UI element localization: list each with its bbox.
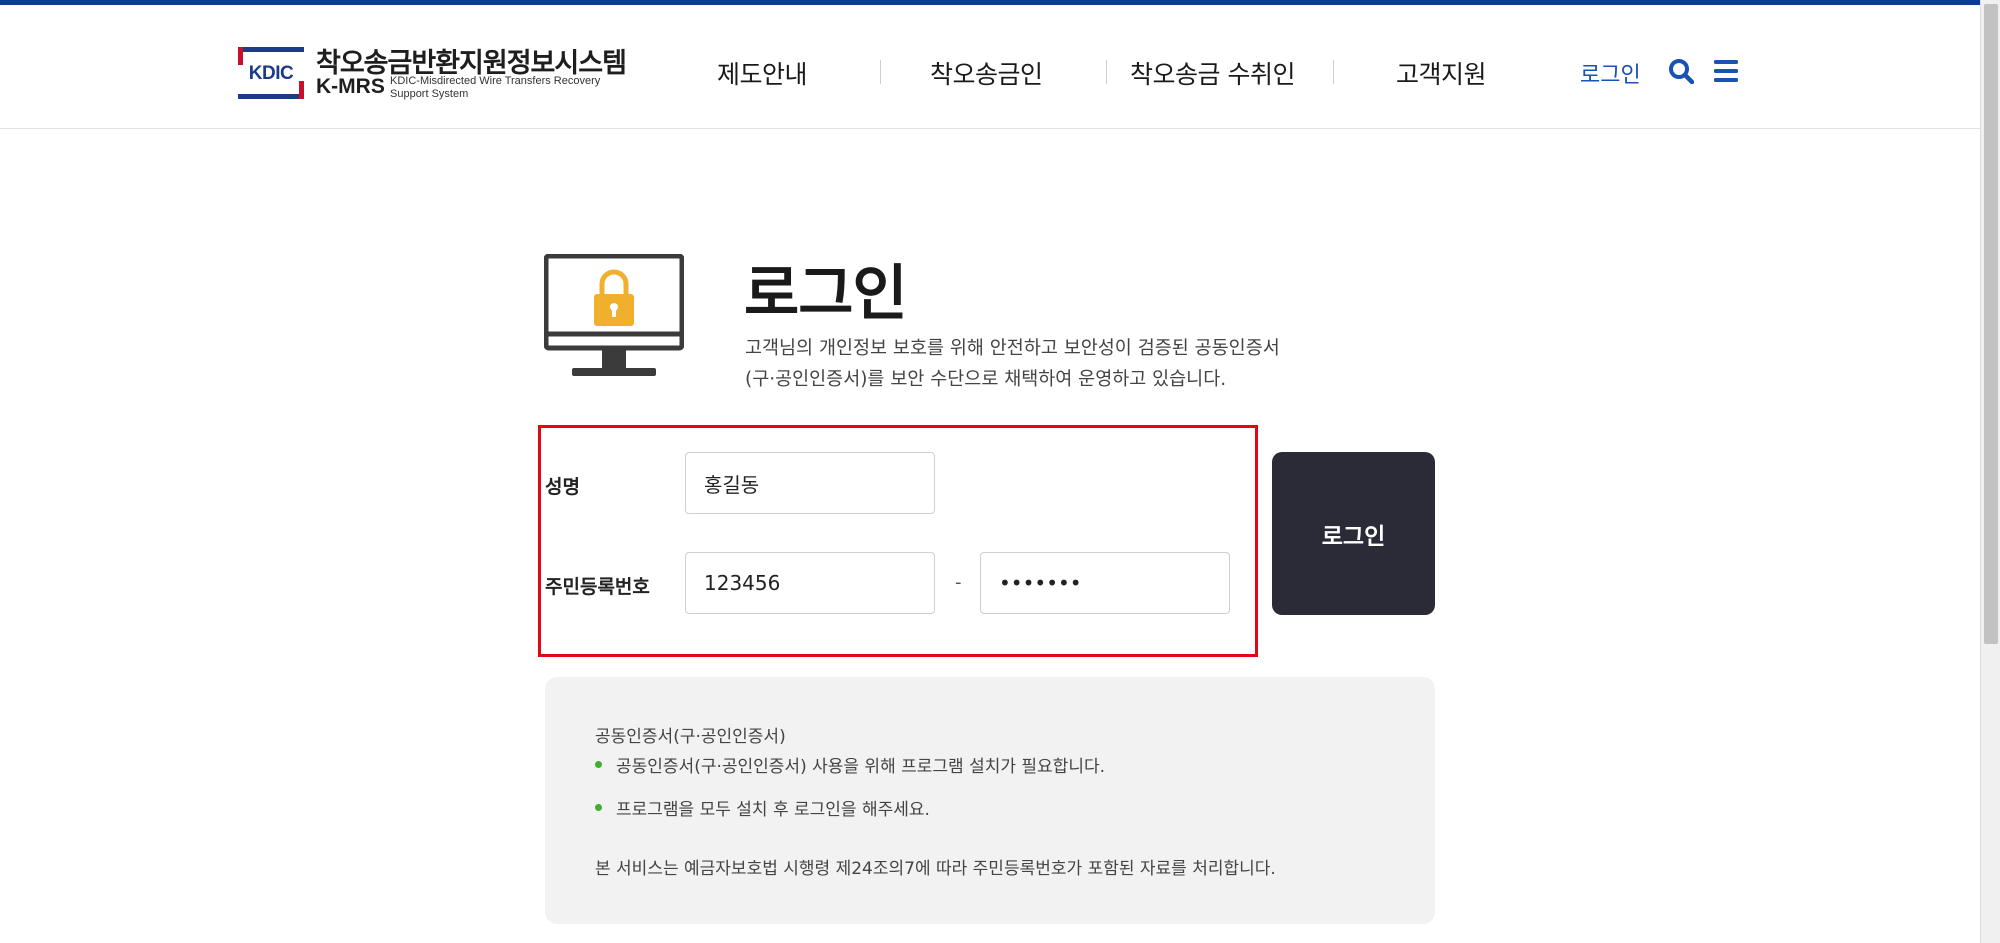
site-logo[interactable]: KDIC 착오송금반환지원정보시스템 K-MRS KDIC-Misdirecte…	[238, 43, 638, 103]
site-header: KDIC 착오송금반환지원정보시스템 K-MRS KDIC-Misdirecte…	[0, 5, 1980, 129]
logo-subtitle-line2: Support System	[390, 88, 469, 100]
bullet-dot-icon	[595, 760, 602, 768]
rrn-dash: -	[955, 572, 962, 593]
header-login-link[interactable]: 로그인	[1580, 57, 1641, 89]
page-description: 고객님의 개인정보 보호를 위해 안전하고 보안성이 검증된 공동인증서 (구·…	[745, 333, 1280, 395]
notice-bullet: 프로그램을 모두 설치 후 로그인을 해주세요.	[595, 795, 930, 820]
notice-title: 공동인증서(구·공인인증서)	[595, 727, 786, 747]
bullet-dot-icon	[595, 803, 602, 811]
logo-subtitle: KDIC-Misdirected Wire Transfers Recovery…	[390, 75, 600, 101]
rrn-label: 주민등록번호	[545, 576, 650, 598]
nav-item-customer-support[interactable]: 고객지원	[1396, 55, 1487, 91]
page-title: 로그인	[744, 259, 908, 329]
rrn-front-input[interactable]	[685, 552, 935, 614]
nav-item-sender[interactable]: 착오송금인	[930, 55, 1043, 91]
certificate-notice: 공동인증서(구·공인인증서) 공동인증서(구·공인인증서) 사용을 위해 프로그…	[545, 677, 1435, 924]
logo-abbr: K-MRS	[316, 75, 385, 98]
nav-item-recipient[interactable]: 착오송금 수취인	[1130, 55, 1295, 91]
notice-bullet-text: 공동인증서(구·공인인증서) 사용을 위해 프로그램 설치가 필요합니다.	[616, 757, 1106, 777]
monitor-lock-icon	[544, 254, 684, 376]
nav-separator	[1106, 60, 1107, 84]
search-icon[interactable]	[1668, 58, 1694, 84]
scrollbar-thumb[interactable]	[1984, 4, 1998, 644]
name-input[interactable]	[685, 452, 935, 514]
rrn-back-input[interactable]	[980, 552, 1230, 614]
login-button[interactable]: 로그인	[1272, 452, 1435, 615]
menu-icon[interactable]	[1713, 58, 1739, 84]
nav-separator	[880, 60, 881, 84]
notice-bullet-text: 프로그램을 모두 설치 후 로그인을 해주세요.	[616, 800, 930, 820]
description-line2: (구·공인인증서)를 보안 수단으로 채택하여 운영하고 있습니다.	[745, 369, 1227, 390]
logo-subtitle-line1: KDIC-Misdirected Wire Transfers Recovery	[390, 75, 601, 87]
nav-separator	[1333, 60, 1334, 84]
kdic-logo-mark: KDIC	[238, 47, 304, 99]
notice-bullet: 공동인증서(구·공인인증서) 사용을 위해 프로그램 설치가 필요합니다.	[595, 752, 1105, 777]
nav-item-system-guide[interactable]: 제도안내	[717, 55, 808, 91]
notice-footer: 본 서비스는 예금자보호법 시행령 제24조의7에 따라 주민등록번호가 포함된…	[595, 859, 1276, 879]
logo-box-text: KDIC	[248, 63, 294, 84]
description-line1: 고객님의 개인정보 보호를 위해 안전하고 보안성이 검증된 공동인증서	[745, 338, 1280, 359]
vertical-scrollbar[interactable]	[1980, 0, 2000, 943]
name-label: 성명	[545, 476, 580, 498]
